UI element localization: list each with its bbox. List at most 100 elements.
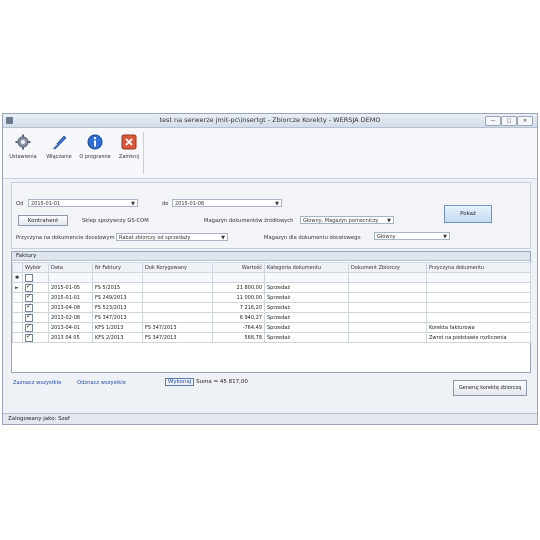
col-dok-korygowany[interactable]: Dok Korygowany [142, 262, 213, 273]
col-przyczyna[interactable]: Przyczyna dokumentu [426, 262, 531, 273]
wybor-cell[interactable] [22, 312, 49, 323]
summary: Wykonaj Suma = 45 817,00 [165, 378, 248, 386]
do-date-picker[interactable]: 2015-01-08 ▼ [172, 199, 282, 207]
toolbar-settings-button[interactable]: Ustawienia [5, 132, 41, 172]
wartosc-cell: 11 000,00 [212, 292, 265, 303]
row-checkbox[interactable] [25, 333, 33, 342]
wybor-cell[interactable] [22, 322, 49, 333]
kategoria-cell: Sprzedaż [264, 322, 349, 333]
nr-faktury-cell: FS 347/2013 [92, 312, 143, 323]
data-cell: 2013-02-08 [48, 312, 93, 323]
wartosc-cell: 7 216,20 [212, 302, 265, 313]
row-checkbox[interactable] [25, 323, 33, 332]
row-checkbox[interactable] [25, 303, 33, 312]
magazyn-zrodlowy-label: Magazyn dokumentów źródłowych [204, 218, 294, 224]
do-date-value: 2015-01-08 [175, 201, 205, 207]
nr-faktury-cell: KFS 2/2013 [92, 332, 143, 343]
col-wartosc[interactable]: Wartość [212, 262, 265, 273]
toolbar-exit-button[interactable]: Zamknij [111, 132, 147, 172]
toolbar-about-label: O programie [79, 154, 111, 160]
kategoria-cell: Sprzedaż [264, 282, 349, 293]
table-row[interactable]: 2013-02-08FS 347/2013 6 940,27Sprzedaż [12, 312, 531, 323]
magazyn-docelowy-value: Główny [377, 234, 396, 240]
nr-faktury-cell: KFS 1/2013 [92, 322, 143, 333]
wybor-cell[interactable] [22, 292, 49, 303]
col-nr-faktury[interactable]: Nr Faktury [92, 262, 143, 273]
kontrahent-text: Sklep spożywczy GS-COM [82, 218, 149, 224]
filter-cell[interactable] [92, 272, 143, 283]
dokument-zbiorczy-cell [348, 322, 427, 333]
kategoria-cell: Sprzedaż [264, 302, 349, 313]
filter-panel: Od 2015-01-01 ▼ do 2015-01-08 ▼ Kontrahent… [11, 182, 531, 249]
do-label: do [162, 201, 169, 207]
wybor-cell[interactable] [22, 302, 49, 313]
chevron-down-icon: ▼ [275, 201, 279, 207]
zaznacz-wszystkie-link[interactable]: Zaznacz wszystkie [13, 380, 61, 386]
grid-header-row: Wybór Data Nr Faktury Dok Korygowany War… [12, 262, 531, 273]
col-indicator [12, 262, 23, 273]
data-cell: 2013 04 05 [48, 332, 93, 343]
przyczyna-cell [426, 282, 531, 293]
feather-icon [51, 134, 67, 150]
dok-korygowany-cell: FS 347/2013 [142, 332, 213, 343]
table-row[interactable]: ► 2015-01-05FS 5/2015 21 800,00Sprzedaż [12, 282, 531, 293]
row-indicator [12, 322, 23, 333]
row-indicator [12, 302, 23, 313]
przyczyna-label: Przyczyna na dokumencie docelowym [16, 235, 115, 241]
col-wybor[interactable]: Wybór [22, 262, 49, 273]
dok-korygowany-cell [142, 312, 213, 323]
table-row[interactable]: 2013 04 05KFS 2/2013FS 347/2013568,78Spr… [12, 332, 531, 343]
chevron-down-icon: ▼ [387, 218, 391, 224]
dok-korygowany-cell [142, 292, 213, 303]
toolbar-enable-button[interactable]: Włączanie [41, 132, 77, 172]
filter-cell[interactable] [264, 272, 349, 283]
dok-korygowany-cell [142, 302, 213, 313]
wykonaj-link[interactable]: Wykonaj [165, 378, 195, 386]
filter-cell[interactable] [212, 272, 265, 283]
filter-cell[interactable] [142, 272, 213, 283]
chevron-down-icon: ▼ [131, 201, 135, 207]
maximize-button[interactable]: □ [501, 116, 517, 126]
minimize-button[interactable]: — [485, 116, 501, 126]
wybor-cell[interactable] [22, 332, 49, 343]
table-row[interactable]: 2015-01-01FS 249/2013 11 000,00Sprzedaż [12, 292, 531, 303]
odznacz-wszystkie-link[interactable]: Odznacz wszystkie [77, 380, 126, 386]
filter-indicator: ✱ [12, 272, 23, 283]
magazyn-zrodlowy-select[interactable]: Główny, Magazyn pomocniczy ▼ [300, 216, 394, 224]
row-checkbox[interactable] [25, 283, 33, 292]
przyczyna-value: Rabat zbiorczy od sprzedaży [119, 235, 191, 241]
przyczyna-cell [426, 302, 531, 313]
filter-cell[interactable] [348, 272, 427, 283]
filter-cell[interactable] [426, 272, 531, 283]
chevron-down-icon: ▼ [221, 235, 225, 241]
filter-cell[interactable] [48, 272, 93, 283]
przyczyna-cell [426, 312, 531, 323]
close-button[interactable]: ✕ [517, 116, 533, 126]
col-dokument-zbiorczy[interactable]: Dokument Zbiorczy [348, 262, 427, 273]
table-row[interactable]: 2013-04-08FS 523/2013 7 216,20Sprzedaż [12, 302, 531, 313]
od-date-picker[interactable]: 2015-01-01 ▼ [28, 199, 138, 207]
przyczyna-select[interactable]: Rabat zbiorczy od sprzedaży ▼ [116, 233, 228, 241]
toolbar-about-button[interactable]: O programie [77, 132, 113, 172]
row-checkbox[interactable] [25, 313, 33, 322]
col-data[interactable]: Data [48, 262, 93, 273]
col-kategoria[interactable]: Kategoria dokumentu [264, 262, 349, 273]
filter-checkbox[interactable] [25, 273, 33, 282]
pokaz-button[interactable]: Pokaż [444, 205, 492, 223]
magazyn-docelowy-select[interactable]: Główny ▼ [374, 232, 450, 240]
wybor-cell[interactable] [22, 282, 49, 293]
kontrahent-button[interactable]: Kontrahent [18, 215, 68, 226]
od-date-value: 2015-01-01 [31, 201, 61, 207]
dok-korygowany-cell: FS 347/2013 [142, 322, 213, 333]
dokument-zbiorczy-cell [348, 332, 427, 343]
toolbar-separator [143, 132, 144, 174]
toolbar-enable-label: Włączanie [46, 154, 72, 160]
generuj-korekte-button[interactable]: Generuj korektę zbiorczą [453, 380, 527, 396]
row-checkbox[interactable] [25, 293, 33, 302]
table-row[interactable]: 2013-04-01KFS 1/2013FS 347/2013-764,49Sp… [12, 322, 531, 333]
title-bar: test na serwerze jmit-pc\insertgt - Zbio… [3, 114, 537, 128]
filter-wybor-cell[interactable] [22, 272, 49, 283]
wartosc-cell: 568,78 [212, 332, 265, 343]
wartosc-cell: 6 940,27 [212, 312, 265, 323]
przyczyna-cell: Korekta fakturowa [426, 322, 531, 333]
